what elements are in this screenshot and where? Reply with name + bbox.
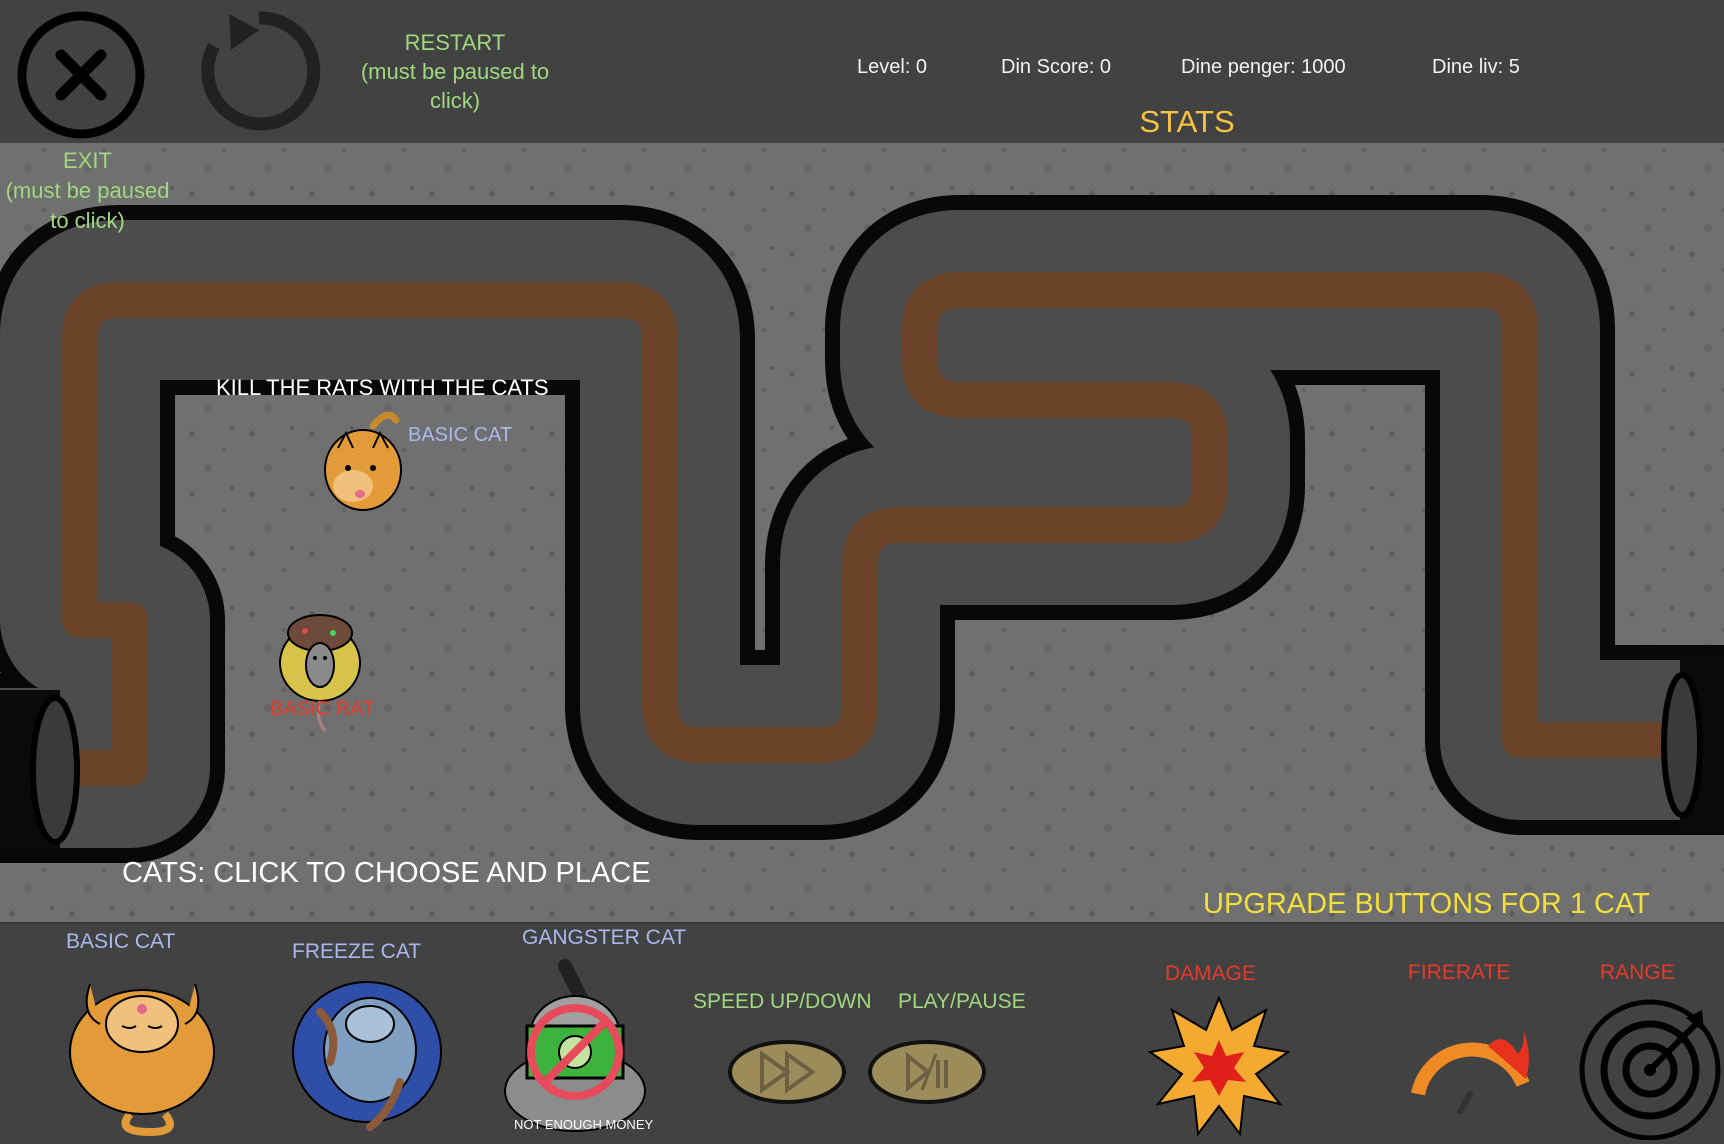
game-map[interactable]: EXIT (must be paused to click) KILL THE … xyxy=(0,143,1724,922)
exit-button[interactable] xyxy=(16,10,146,140)
upgrade-instruction: UPGRADE BUTTONS FOR 1 CAT xyxy=(1203,888,1650,920)
cats-instruction: CATS: CLICK TO CHOOSE AND PLACE xyxy=(122,857,651,889)
play-pause-label: PLAY/PAUSE xyxy=(898,990,1026,1013)
kill-instruction: KILL THE RATS WITH THE CATS xyxy=(216,375,549,400)
basic-rat-label: BASIC RAT xyxy=(270,698,375,720)
damage-upgrade-label: DAMAGE xyxy=(1165,962,1257,985)
firerate-upgrade-button[interactable] xyxy=(1408,1024,1533,1114)
firerate-upgrade-label: FIRERATE xyxy=(1408,961,1511,984)
stats-title: STATS xyxy=(1139,104,1235,139)
speed-button[interactable] xyxy=(728,1040,846,1104)
top-bar: RESTART (must be paused to click) Level:… xyxy=(0,0,1724,143)
lives-stat: Dine liv: 5 xyxy=(1432,56,1520,78)
shop-gangster-cat-label: GANGSTER CAT xyxy=(522,926,687,949)
range-upgrade-label: RANGE xyxy=(1600,961,1675,984)
bottom-bar: BASIC CAT FREEZE CAT GANGSTER CAT NOT EN… xyxy=(0,922,1724,1144)
level-stat: Level: 0 xyxy=(857,56,928,78)
play-pause-button[interactable] xyxy=(868,1040,986,1104)
shop-gangster-cat-button[interactable] xyxy=(495,956,655,1136)
freeze-cat-icon xyxy=(292,981,442,1131)
restart-label: RESTART (must be paused to click) xyxy=(360,30,550,113)
explosion-icon xyxy=(1148,996,1290,1137)
speed-label: SPEED UP/DOWN xyxy=(693,990,872,1013)
shop-basic-cat-button[interactable] xyxy=(60,964,225,1136)
shop-freeze-cat-button[interactable] xyxy=(290,972,445,1134)
close-icon xyxy=(55,49,107,101)
money-stat: Dine penger: 1000 xyxy=(1181,56,1346,78)
exit-label: EXIT (must be paused to click) xyxy=(5,148,170,233)
damage-upgrade-button[interactable] xyxy=(1148,996,1290,1138)
restart-icon xyxy=(201,11,321,131)
play-pause-icon xyxy=(906,1051,948,1093)
sewer-pipe-track xyxy=(0,143,1724,922)
shop-basic-cat-label: BASIC CAT xyxy=(66,930,176,953)
not-enough-money-label: NOT ENOUGH MONEY xyxy=(514,1117,654,1132)
speedometer-icon xyxy=(1411,1029,1530,1114)
fast-forward-icon xyxy=(760,1050,816,1094)
basic-cat-map-label: BASIC CAT xyxy=(408,424,513,446)
placed-basic-cat[interactable] xyxy=(318,408,408,518)
target-icon xyxy=(1579,999,1721,1140)
basic-cat-icon xyxy=(69,983,215,1136)
score-stat: Din Score: 0 xyxy=(1001,56,1112,78)
range-upgrade-button[interactable] xyxy=(1578,990,1724,1140)
restart-button[interactable] xyxy=(196,8,322,134)
shop-freeze-cat-label: FREEZE CAT xyxy=(292,940,422,963)
